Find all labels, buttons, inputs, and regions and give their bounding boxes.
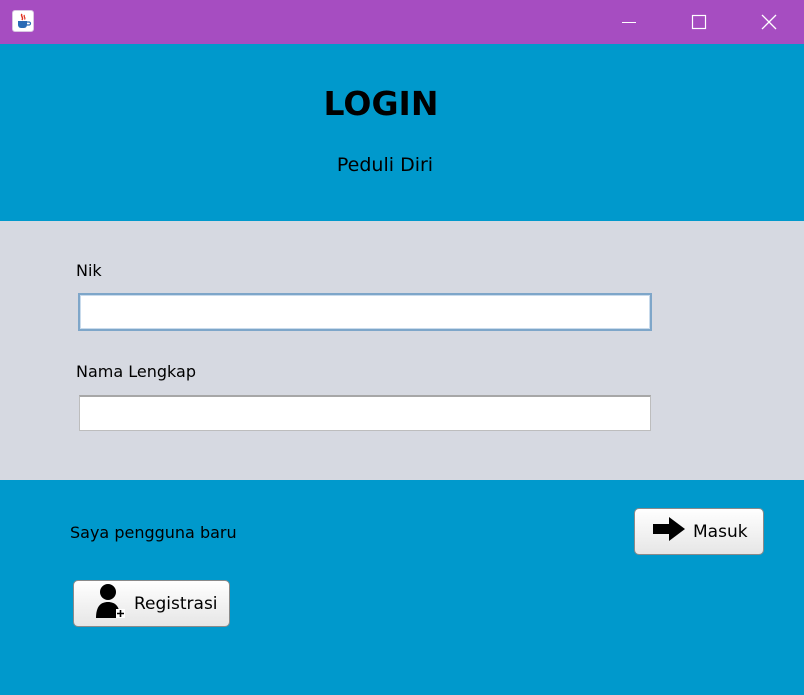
header-panel: LOGIN Peduli Diri	[0, 44, 804, 221]
masuk-button-label: Masuk	[693, 521, 748, 542]
java-cup-icon[interactable]	[12, 10, 34, 32]
registrasi-button-label: Registrasi	[134, 593, 218, 614]
add-user-icon	[94, 582, 128, 625]
nik-input[interactable]	[78, 293, 652, 331]
minimize-icon	[622, 22, 636, 23]
close-button[interactable]	[734, 0, 804, 44]
page-title: LOGIN	[323, 84, 439, 123]
arrow-right-icon	[651, 515, 687, 548]
window-titlebar	[0, 0, 804, 44]
maximize-button[interactable]	[664, 0, 734, 44]
close-icon	[761, 14, 777, 30]
nama-lengkap-input[interactable]	[79, 395, 651, 431]
footer-panel: Saya pengguna baru Masuk Registrasi	[0, 480, 804, 695]
login-form: Nik Nama Lengkap	[0, 221, 804, 480]
masuk-button[interactable]: Masuk	[634, 508, 764, 555]
registrasi-button[interactable]: Registrasi	[73, 580, 230, 627]
minimize-button[interactable]	[594, 0, 664, 44]
new-user-text: Saya pengguna baru	[70, 523, 237, 542]
maximize-icon	[691, 14, 707, 30]
nama-lengkap-label: Nama Lengkap	[76, 362, 196, 381]
page-subtitle: Peduli Diri	[336, 154, 434, 176]
nik-label: Nik	[76, 261, 102, 280]
